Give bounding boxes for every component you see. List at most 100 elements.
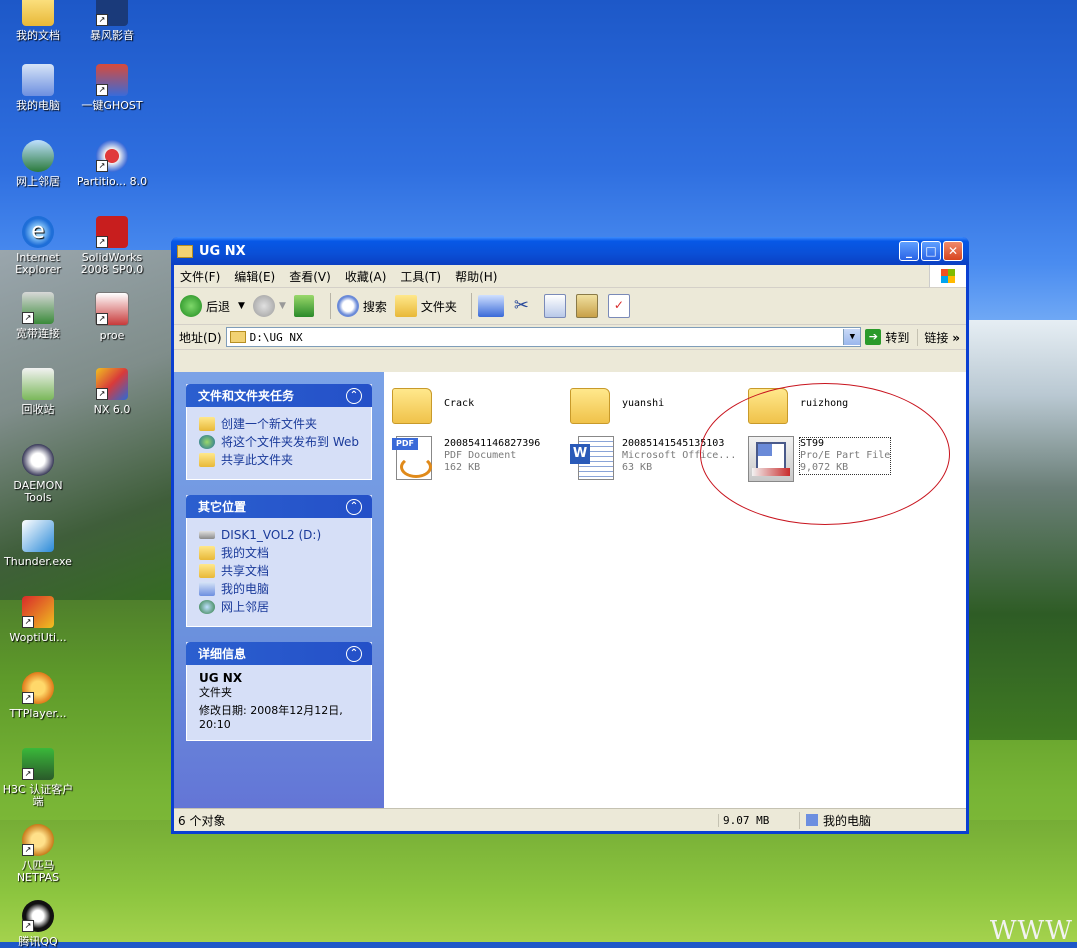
desktop-icon-broadband[interactable]: ↗ 宽带连接 bbox=[0, 292, 76, 340]
menu-tools[interactable]: 工具(T) bbox=[400, 268, 441, 285]
back-button[interactable]: 后退 ▼ bbox=[180, 295, 245, 317]
desktop-icon-solidworks[interactable]: ↗ SolidWorks 2008 SP0.0 bbox=[74, 216, 150, 276]
address-label: 地址(D) bbox=[179, 330, 222, 345]
address-dropdown-icon[interactable]: ▼ bbox=[843, 329, 861, 345]
desktop-icon-thunder[interactable]: Thunder.exe bbox=[0, 520, 76, 568]
detail-type: 文件夹 bbox=[199, 686, 232, 699]
desktop-icon-network-places[interactable]: 网上邻居 bbox=[0, 140, 76, 188]
file-item-crack[interactable]: Crack bbox=[392, 380, 474, 426]
menu-edit[interactable]: 编辑(E) bbox=[234, 268, 275, 285]
broadband-icon: ↗ bbox=[22, 292, 54, 324]
tasks-panel: 文件和文件夹任务 ⌃ 创建一个新文件夹 将这个文件夹发布到 Web 共享此文件夹 bbox=[186, 384, 372, 480]
desktop-icon-internet-explorer[interactable]: e Internet Explorer bbox=[0, 216, 76, 276]
task-share-folder[interactable]: 共享此文件夹 bbox=[199, 453, 361, 467]
place-my-computer[interactable]: 我的电脑 bbox=[199, 582, 361, 596]
search-button[interactable]: 搜索 bbox=[336, 295, 387, 317]
file-item-pdf[interactable]: PDF 2008541146827396 PDF Document 162 KB bbox=[392, 434, 540, 480]
collapse-icon[interactable]: ⌃ bbox=[346, 498, 362, 515]
desktop-icon-storm-player[interactable]: ↗ 暴风影音 bbox=[74, 0, 150, 42]
desktop-icon-proe[interactable]: ↗ proe bbox=[74, 292, 150, 342]
task-new-folder[interactable]: 创建一个新文件夹 bbox=[199, 417, 361, 431]
thunder-icon bbox=[22, 520, 54, 552]
folder-icon bbox=[22, 0, 54, 26]
menu-favorites[interactable]: 收藏(A) bbox=[345, 268, 387, 285]
place-network[interactable]: 网上邻居 bbox=[199, 600, 361, 614]
title-bar[interactable]: UG NX _ □ ✕ bbox=[171, 237, 969, 265]
folder-icon bbox=[392, 388, 432, 424]
recycle-bin-icon bbox=[22, 368, 54, 400]
task-publish-web[interactable]: 将这个文件夹发布到 Web bbox=[199, 435, 361, 449]
place-shared-documents[interactable]: 共享文档 bbox=[199, 564, 361, 578]
copy-icon[interactable] bbox=[543, 294, 566, 318]
menu-view[interactable]: 查看(V) bbox=[289, 268, 331, 285]
close-button[interactable]: ✕ bbox=[943, 241, 963, 261]
folder-icon bbox=[229, 331, 246, 343]
paste-icon[interactable] bbox=[575, 294, 598, 318]
up-folder-icon[interactable] bbox=[293, 295, 314, 317]
desktop-icon-ghost[interactable]: ↗ 一键GHOST bbox=[74, 64, 150, 112]
new-folder-icon bbox=[199, 417, 215, 431]
detail-name: UG NX bbox=[199, 671, 243, 685]
collapse-icon[interactable]: ⌃ bbox=[346, 645, 362, 662]
minimize-button[interactable]: _ bbox=[899, 241, 919, 261]
desktop-icon-qq[interactable]: ↗ 腾讯QQ bbox=[0, 900, 76, 948]
place-my-documents[interactable]: 我的文档 bbox=[199, 546, 361, 560]
desktop-icon-recycle-bin[interactable]: 回收站 bbox=[0, 368, 76, 416]
daemon-tools-icon bbox=[22, 444, 54, 476]
window-title: UG NX bbox=[199, 243, 246, 259]
folders-button[interactable]: 文件夹 bbox=[394, 295, 457, 317]
status-size: 9.07 MB bbox=[718, 813, 799, 827]
views-icon[interactable] bbox=[477, 295, 504, 317]
desktop-icon-daemon-tools[interactable]: DAEMON Tools bbox=[0, 444, 76, 504]
details-panel-header[interactable]: 详细信息 ⌃ bbox=[186, 642, 372, 665]
desktop-icon-partition[interactable]: ↗ Partitio... 8.0 bbox=[74, 140, 150, 188]
documents-folder-icon bbox=[199, 546, 215, 560]
maximize-button[interactable]: □ bbox=[921, 241, 941, 261]
back-dropdown-icon[interactable]: ▼ bbox=[238, 301, 245, 311]
file-item-yuanshi[interactable]: yuanshi bbox=[570, 380, 664, 426]
desktop-icon-h3c[interactable]: ↗ H3C 认证客户端 bbox=[0, 748, 76, 808]
desktop-icon-my-computer[interactable]: 我的电脑 bbox=[0, 64, 76, 112]
ttplayer-icon: ↗ bbox=[22, 672, 54, 704]
address-bar: 地址(D) D:\UG NX ▼ ➔ 转到 链接 » bbox=[174, 325, 966, 350]
goto-button[interactable]: ➔ 转到 bbox=[865, 329, 909, 346]
desktop-icon-netpas[interactable]: ↗ 八匹马 NETPAS bbox=[0, 824, 76, 884]
back-arrow-icon bbox=[180, 295, 202, 317]
network-icon bbox=[199, 600, 215, 614]
detail-modified: 修改日期: 2008年12月12日, 20:10 bbox=[199, 704, 343, 731]
computer-icon bbox=[199, 582, 215, 596]
folder-icon bbox=[570, 388, 610, 424]
nx-icon: ↗ bbox=[96, 368, 128, 400]
partition-icon: ↗ bbox=[96, 140, 128, 172]
place-disk[interactable]: DISK1_VOL2 (D:) bbox=[199, 528, 361, 542]
folder-icon bbox=[177, 244, 193, 258]
folders-icon bbox=[394, 295, 417, 317]
mountain-background-right bbox=[967, 320, 1077, 740]
links-button[interactable]: 链接 » bbox=[917, 328, 966, 346]
ie-icon: e bbox=[22, 216, 54, 248]
goto-arrow-icon: ➔ bbox=[865, 329, 882, 345]
places-panel-header[interactable]: 其它位置 ⌃ bbox=[186, 495, 372, 518]
address-input[interactable]: D:\UG NX ▼ bbox=[225, 327, 862, 347]
desktop-icon-my-documents[interactable]: 我的文档 bbox=[0, 0, 76, 42]
toolbar: 后退 ▼ ▼ 搜索 文件夹 ✂ ✓ bbox=[174, 288, 966, 325]
network-icon bbox=[22, 140, 54, 172]
menu-file[interactable]: 文件(F) bbox=[180, 268, 220, 285]
properties-icon[interactable]: ✓ bbox=[607, 294, 630, 318]
places-panel: 其它位置 ⌃ DISK1_VOL2 (D:) 我的文档 共享文档 我的电脑 网上… bbox=[186, 495, 372, 627]
h3c-icon: ↗ bbox=[22, 748, 54, 780]
menu-help[interactable]: 帮助(H) bbox=[455, 268, 497, 285]
status-bar: 6 个对象 9.07 MB 我的电脑 bbox=[174, 808, 966, 831]
netpas-icon: ↗ bbox=[22, 824, 54, 856]
forward-button[interactable]: ▼ bbox=[252, 295, 286, 317]
cut-icon[interactable]: ✂ bbox=[514, 295, 534, 317]
toolbar-separator bbox=[329, 293, 331, 319]
desktop-icon-wopti[interactable]: ↗ WoptiUti... bbox=[0, 596, 76, 644]
qq-penguin-icon: ↗ bbox=[22, 900, 54, 932]
forward-dropdown-icon[interactable]: ▼ bbox=[279, 301, 286, 311]
tasks-panel-header[interactable]: 文件和文件夹任务 ⌃ bbox=[186, 384, 372, 407]
collapse-icon[interactable]: ⌃ bbox=[346, 387, 362, 404]
desktop-icon-ttplayer[interactable]: ↗ TTPlayer... bbox=[0, 672, 76, 720]
menu-bar: 文件(F) 编辑(E) 查看(V) 收藏(A) 工具(T) 帮助(H) bbox=[174, 265, 966, 288]
desktop-icon-nx[interactable]: ↗ NX 6.0 bbox=[74, 368, 150, 416]
